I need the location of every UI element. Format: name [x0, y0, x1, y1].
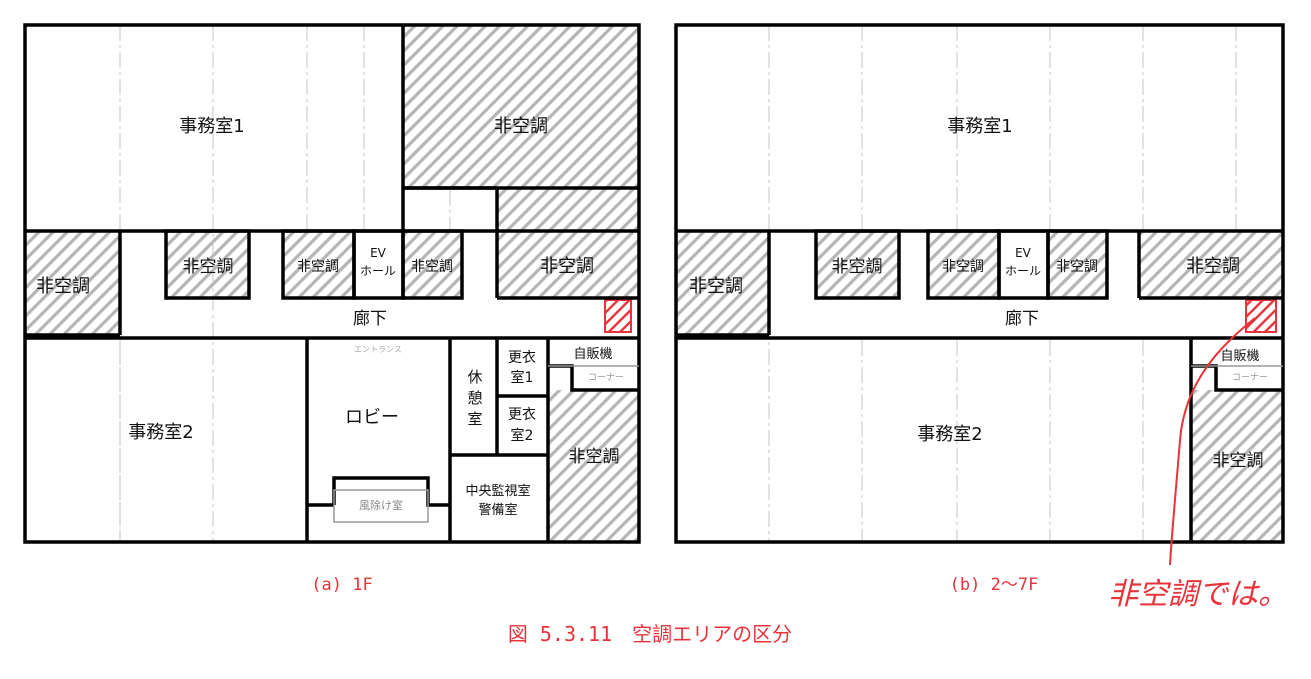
non-ac-label-room-1: 非空調	[183, 257, 234, 277]
ev-hall-label-line2: ホール	[360, 264, 396, 278]
non-ac-small-red-spot	[604, 299, 632, 333]
locker-2-label-2: 室2	[511, 427, 534, 444]
office-1-label-2f: 事務室1	[947, 116, 1012, 137]
non-ac-label-left-2f: 非空調	[689, 276, 743, 297]
office-1-label: 事務室1	[179, 116, 244, 137]
locker-2-label-1: 更衣	[508, 407, 536, 423]
lobby-label: ロビー	[345, 407, 399, 428]
vending-label-2f: 自販機	[1220, 349, 1259, 364]
vending-corner-label: コーナー	[588, 372, 624, 383]
air-conditioning-zone-figure: 事務室1 非空調 非空調 非空調 非空調 非空調 EV ホール 非空調 廊下 事…	[23, 23, 1288, 646]
rest-room-label-1: 休	[467, 368, 482, 386]
corridor-label-2f: 廊下	[1005, 309, 1039, 329]
rest-room-label-3: 室	[467, 410, 482, 428]
non-ac-label-right-band: 非空調	[540, 256, 594, 277]
floor-plan-2-7f: 事務室1 非空調 非空調 非空調 EV ホール 非空調 非空調 廊下 事務室2 …	[674, 23, 1285, 544]
non-ac-label-right-band-2f: 非空調	[1186, 256, 1240, 277]
control-room-label-2: 警備室	[478, 502, 517, 518]
non-ac-label-room-2: 非空調	[297, 259, 339, 275]
locker-1-label-1: 更衣	[508, 350, 536, 366]
figure-caption: 図 5.3.11 空調エリアの区分	[508, 622, 792, 646]
ev-hall-label-line1-2f: EV	[1015, 246, 1032, 260]
locker-1-label-2: 室1	[511, 369, 534, 386]
non-ac-label-left: 非空調	[36, 276, 90, 297]
non-ac-zone-top-right-lower	[497, 188, 639, 231]
lobby-faint-label: エントランス	[354, 345, 402, 354]
sublabel-2-7f: (b) 2～7F	[950, 575, 1039, 595]
ev-hall-label-line1: EV	[370, 246, 387, 260]
corridor-label: 廊下	[353, 309, 387, 329]
vending-label: 自販機	[573, 347, 612, 362]
control-room-label-1: 中央監視室	[465, 483, 530, 499]
floor-plan-1f: 事務室1 非空調 非空調 非空調 非空調 非空調 EV ホール 非空調 廊下 事…	[23, 23, 641, 544]
vending-corner-label-2f: コーナー	[1232, 372, 1268, 383]
non-ac-label-bottom-right-2f: 非空調	[1213, 451, 1264, 471]
non-ac-label-room-2-2f: 非空調	[942, 259, 984, 275]
sublabel-1f: (a) 1F	[311, 575, 372, 595]
office-2-label: 事務室2	[128, 422, 193, 443]
non-ac-label-room-3: 非空調	[411, 259, 453, 275]
non-ac-label-top-right: 非空調	[494, 116, 548, 137]
non-ac-label-room-1-2f: 非空調	[832, 257, 883, 277]
ev-hall-label-line2-2f: ホール	[1005, 264, 1041, 278]
non-ac-zone-top-right	[403, 25, 639, 188]
non-ac-label-room-3-2f: 非空調	[1056, 259, 1098, 275]
non-ac-small-red-spot-2f	[1245, 299, 1277, 333]
non-ac-label-bottom-right: 非空調	[569, 447, 620, 467]
office-2-label-2f: 事務室2	[917, 424, 982, 445]
handwritten-note: 非空調では。	[1108, 577, 1288, 612]
windbreak-room-label: 風除け室	[359, 498, 403, 512]
rest-room-label-2: 憩	[467, 389, 482, 407]
